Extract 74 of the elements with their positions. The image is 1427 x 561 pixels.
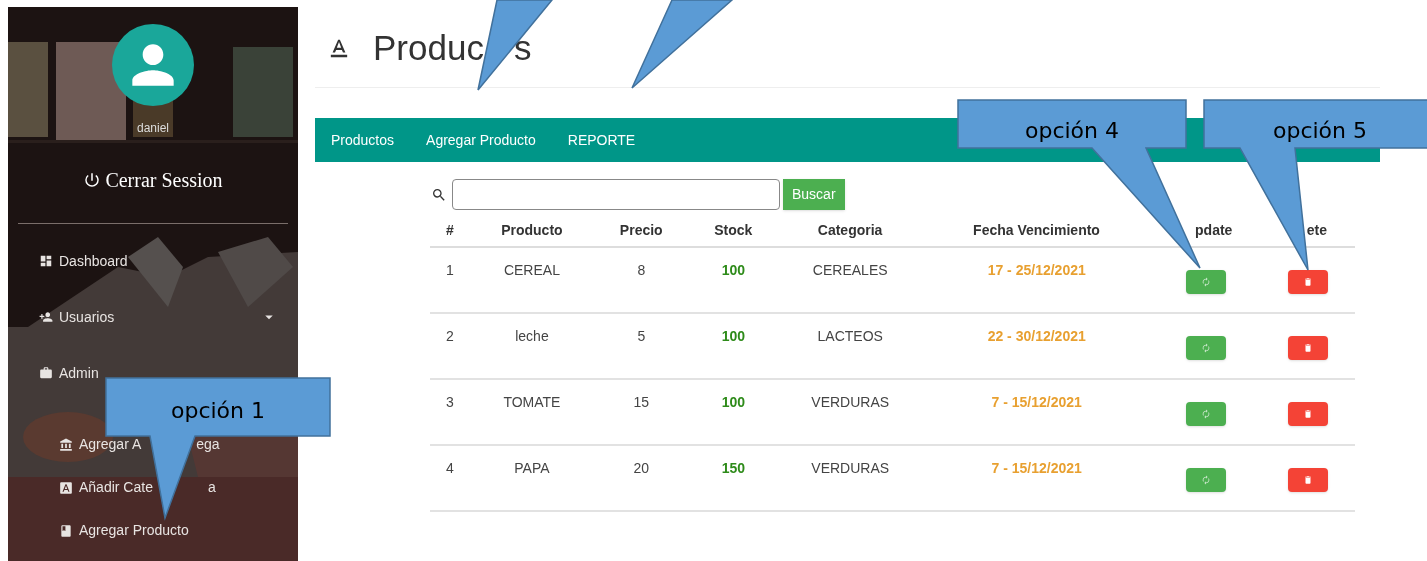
briefcase-icon <box>39 366 53 380</box>
delete-button[interactable] <box>1287 402 1328 426</box>
table-cell-text: 3 <box>446 393 454 412</box>
trash-icon <box>1302 277 1313 287</box>
update-button[interactable] <box>1185 468 1226 492</box>
logout-link[interactable]: Cerrar Session <box>83 165 223 195</box>
sidebar-item-fragment: a <box>207 478 216 497</box>
update-button[interactable] <box>1185 336 1226 360</box>
refresh-icon <box>1200 409 1211 419</box>
update-button[interactable] <box>1185 402 1226 426</box>
book-icon <box>59 523 73 538</box>
table-cell-text: 7 - 15/12/2021 <box>991 459 1082 478</box>
sidebar-item[interactable]: Añadir Cate <box>59 477 153 498</box>
page-title: Produc s <box>373 27 532 70</box>
column-header: Stock <box>714 220 753 240</box>
table-cell-text: 100 <box>721 261 746 280</box>
column-header: ete <box>1306 220 1327 240</box>
table-cell-text: 8 <box>637 261 646 280</box>
table-cell-text: LACTEOS <box>817 327 883 346</box>
table-cell-text: 15 <box>633 393 650 412</box>
table-cell-text: CEREALES <box>812 261 888 280</box>
callout-label: opción 4 <box>1025 118 1119 143</box>
table-cell-text: 20 <box>633 459 650 478</box>
bank-icon <box>59 437 73 452</box>
table-cell-text: 2 <box>446 327 454 346</box>
search-field[interactable] <box>452 179 780 210</box>
table-cell-text: 17 - 25/12/2021 <box>987 261 1086 280</box>
nav-tab[interactable]: REPORTE <box>567 129 636 151</box>
nav-tab[interactable]: Agregar Producto <box>426 129 536 151</box>
refresh-icon <box>1200 475 1211 485</box>
refresh-icon <box>1200 343 1211 353</box>
column-header: Producto <box>501 220 563 240</box>
refresh-icon <box>1200 277 1211 287</box>
table-cell-text: 5 <box>637 327 646 346</box>
table-cell-text: 100 <box>721 393 746 412</box>
delete-button[interactable] <box>1287 270 1328 294</box>
nav-tab[interactable]: Productos <box>331 129 395 151</box>
table-cell-text: PAPA <box>514 459 550 478</box>
column-header: pdate <box>1195 220 1233 240</box>
table-cell-text: 4 <box>446 459 454 478</box>
sidebar-item[interactable]: Admin <box>39 362 99 384</box>
search-icon <box>431 186 447 203</box>
column-header: Categoria <box>817 220 883 240</box>
user-name: daniel <box>137 120 169 137</box>
delete-button[interactable] <box>1287 468 1328 492</box>
column-header: # <box>446 220 454 240</box>
letter-box-icon <box>59 480 73 495</box>
power-icon <box>83 171 102 189</box>
sidebar-item[interactable]: Agregar A <box>59 434 142 455</box>
column-header: Precio <box>619 220 663 240</box>
sidebar-item[interactable]: Agregar Producto <box>59 520 189 541</box>
table-cell-text: VERDURAS <box>811 393 890 412</box>
callout-label: opción 1 <box>171 398 265 423</box>
table-cell-text: VERDURAS <box>811 459 890 478</box>
trash-icon <box>1302 475 1313 485</box>
table-cell-text: 22 - 30/12/2021 <box>987 327 1086 346</box>
table-cell-text: 7 - 15/12/2021 <box>991 393 1082 412</box>
user-add-icon <box>39 310 53 324</box>
table-cell-text: CEREAL <box>503 261 560 280</box>
dashboard-icon <box>39 254 53 268</box>
table-cell-text: TOMATE <box>503 393 561 412</box>
sidebar-item-fragment: ega <box>196 435 220 454</box>
update-button[interactable] <box>1185 270 1226 294</box>
sidebar-item[interactable]: Dashboard <box>39 250 128 272</box>
column-header: Fecha Vencimiento <box>973 220 1100 240</box>
delete-button[interactable] <box>1287 336 1328 360</box>
trash-icon <box>1302 343 1313 353</box>
sidebar-item[interactable]: Usuarios <box>39 306 115 328</box>
callout-label: opción 5 <box>1273 118 1367 143</box>
trash-icon <box>1302 409 1313 419</box>
table-cell-text: 1 <box>446 261 454 280</box>
table-cell-text: 150 <box>721 459 746 478</box>
table-cell-text: 100 <box>721 327 746 346</box>
table-cell-text: leche <box>515 327 549 346</box>
